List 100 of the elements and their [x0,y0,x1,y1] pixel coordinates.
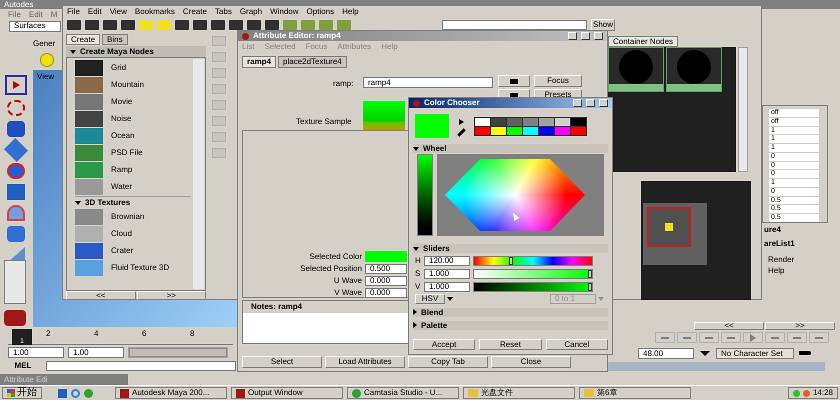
menu-item[interactable]: Edit [28,10,43,18]
menu-item[interactable]: File [67,8,80,16]
node-list-item[interactable]: PSD File [75,145,191,161]
show-button[interactable]: Show [591,19,615,31]
close-button[interactable] [594,32,603,40]
taskbar-button[interactable]: 第6章 [579,387,691,399]
shelf-dropdown[interactable]: Surfaces [9,21,61,32]
panel-tab[interactable]: Bins [102,34,128,45]
scrollbar[interactable] [193,59,204,289]
color-slider-track[interactable] [473,256,593,266]
collapsed-arrow-icon[interactable] [413,322,417,328]
taskbar-button[interactable]: Autodesk Maya 200... [115,387,227,399]
taskbar-button[interactable]: Camtasia Studio - U... [347,387,459,399]
section-header[interactable]: Wheel [413,144,608,153]
node-name-field[interactable]: ramp4 [363,77,493,88]
palette-swatch[interactable] [539,118,554,126]
attribute-field[interactable]: 0.500 [365,264,407,274]
dialog-button[interactable]: Accept [413,339,476,350]
menu-item[interactable]: File [8,10,21,18]
close-button[interactable] [599,99,608,107]
work-area-tab[interactable]: Container Nodes [608,36,678,47]
sun-icon[interactable] [40,53,54,67]
slider-value-field[interactable]: 1.000 [424,268,470,278]
playback-control-icon[interactable] [809,332,829,343]
node-list-item[interactable]: Mountain [75,77,191,93]
menu-item[interactable]: M [50,10,58,18]
node-list-item[interactable]: Ocean [75,128,191,144]
shader-swatch-node[interactable] [666,47,722,92]
color-slider-track[interactable] [473,268,593,278]
menu-item[interactable]: Create [182,8,207,16]
minimize-button[interactable] [568,32,577,40]
node-list-item[interactable]: Noise [75,111,191,127]
menu-item[interactable]: View [110,8,127,16]
shader-swatch-node[interactable] [608,47,664,92]
attribute-field[interactable]: 0.000 [365,276,407,286]
node-list-item[interactable]: Grid [75,60,191,76]
playback-control-icon[interactable] [677,332,697,343]
section-header[interactable]: 3D Textures [75,196,191,208]
taskbar-button[interactable]: Output Window [231,387,343,399]
menu-item[interactable]: Window [270,8,299,16]
menu-item[interactable]: Tabs [214,8,232,16]
icon-button[interactable] [498,75,530,87]
palette-swatch[interactable] [571,118,586,126]
palette-swatch[interactable] [523,126,538,134]
palette-swatch[interactable] [507,126,522,134]
menu-item[interactable]: Options [306,8,334,16]
maximize-button[interactable] [586,99,595,107]
node-list-item[interactable]: Fluid Texture 3D [75,260,191,276]
palette-swatch[interactable] [491,126,506,134]
playback-control-icon[interactable] [787,332,807,343]
pager-button[interactable]: << [694,322,764,330]
section-header[interactable]: Blend [413,308,608,317]
node-tab[interactable]: place2dTexture4 [278,56,347,68]
dialog-button[interactable]: Select [242,356,322,368]
section-header[interactable]: Palette [413,321,608,330]
dialog-button[interactable]: Copy Tab [408,356,488,368]
taskbar-button[interactable]: 光盘文件 [463,387,575,399]
node-list-item[interactable]: Brownian [75,209,191,225]
viewport-menu-label[interactable]: View [37,73,54,81]
slider-thumb[interactable] [588,282,592,290]
shelf-tab[interactable]: Gener [33,40,56,48]
attribute-field[interactable]: 0.000 [365,288,407,298]
palette-swatch[interactable] [523,118,538,126]
pager-button[interactable]: << [66,291,136,300]
dropdown-arrow-icon[interactable] [447,297,453,301]
search-field[interactable] [442,20,587,30]
layer-menu-item[interactable]: Help [768,267,794,275]
palette-swatch[interactable] [475,118,490,126]
dialog-button[interactable]: Load Attributes [325,356,405,368]
section-header[interactable]: Sliders [413,244,608,253]
palette-swatch[interactable] [507,118,522,126]
palette-swatch[interactable] [555,118,570,126]
dialog-button[interactable]: Close [491,356,571,368]
playback-control-icon[interactable] [743,332,763,343]
playback-control-icon[interactable] [765,332,785,343]
palette-swatch[interactable] [539,126,554,134]
node-tab[interactable]: ramp4 [242,56,276,68]
panel-tab[interactable]: Create [66,34,100,45]
maximize-button[interactable] [581,32,590,40]
palette-swatch[interactable] [491,118,506,126]
pager-button[interactable]: >> [765,322,835,330]
node-list-item[interactable]: Cloud [75,226,191,242]
slider-thumb[interactable] [509,256,514,264]
node-list-item[interactable]: Ramp [75,162,191,178]
menu-item[interactable]: Bookmarks [134,8,175,16]
slider-value-field[interactable]: 1.000 [424,282,470,292]
dialog-button[interactable]: Reset [479,339,542,350]
mode-dropdown[interactable]: HSV [415,294,445,304]
playback-control-icon[interactable] [655,332,675,343]
node-list-item[interactable]: Movie [75,94,191,110]
color-swatch[interactable] [365,251,407,262]
color-slider-track[interactable] [473,282,593,292]
palette-swatch[interactable] [475,126,490,134]
menu-item[interactable]: Help [342,8,359,16]
node-list-item[interactable]: Water [75,179,191,195]
place2d-texture-node[interactable] [643,203,707,265]
collapsed-arrow-icon[interactable] [413,308,417,314]
lasso-icon[interactable] [7,100,25,116]
palette-swatch[interactable] [571,126,586,134]
scrollbar[interactable] [738,47,748,172]
